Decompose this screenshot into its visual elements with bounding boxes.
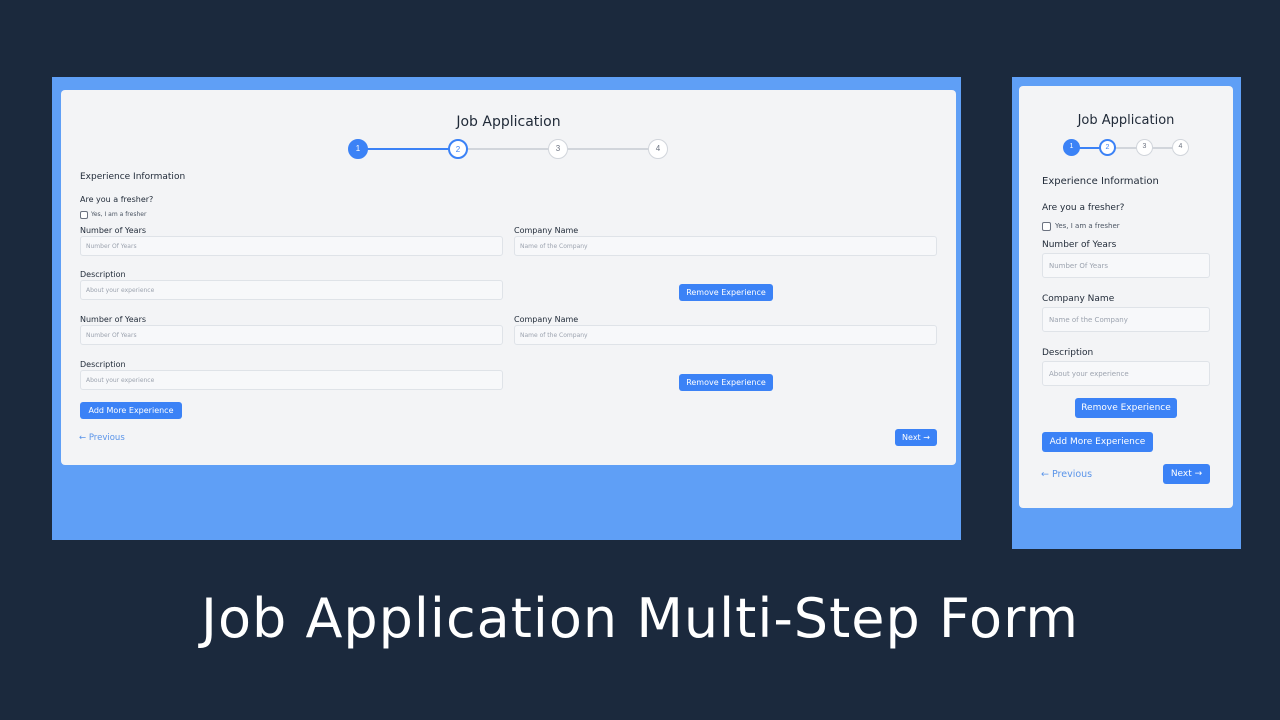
company-label: Company Name [1042,294,1115,304]
years-input[interactable]: Number Of Years [1042,253,1210,278]
step-connector [358,148,458,150]
form-title: Job Application [1077,113,1175,128]
fresher-checkbox[interactable] [80,211,88,219]
step-2[interactable]: 2 [448,139,468,159]
section-title: Experience Information [1042,176,1159,187]
years-label: Number of Years [80,226,147,235]
description-label: Description [80,360,126,369]
previous-link[interactable]: ← Previous [79,433,125,443]
step-4[interactable]: 4 [648,139,668,159]
remove-experience-button[interactable]: Remove Experience [679,284,773,301]
company-label: Company Name [514,315,579,324]
description-input[interactable]: About your experience [1042,361,1210,386]
remove-experience-button[interactable]: Remove Experience [679,374,773,391]
step-4[interactable]: 4 [1172,139,1189,156]
add-experience-button[interactable]: Add More Experience [1042,432,1153,452]
company-input[interactable]: Name of the Company [514,325,937,345]
desktop-preview-frame: Job Application 1 2 3 4 Experience Infor… [52,77,961,540]
page-caption: Job Application Multi-Step Form [201,587,1079,650]
mobile-preview-frame: Job Application 1 2 3 4 Experience Infor… [1012,77,1241,549]
description-input[interactable]: About your experience [80,280,503,300]
step-2[interactable]: 2 [1099,139,1116,156]
stepper: 1 2 3 4 [1063,139,1189,156]
fresher-checkbox[interactable] [1042,222,1051,231]
stepper: 1 2 3 4 [348,139,668,159]
section-title: Experience Information [80,172,186,182]
previous-link[interactable]: ← Previous [1041,469,1092,480]
step-3[interactable]: 3 [548,139,568,159]
next-button[interactable]: Next → [895,429,937,446]
add-experience-button[interactable]: Add More Experience [80,402,182,419]
years-label: Number of Years [80,315,147,324]
step-3[interactable]: 3 [1136,139,1153,156]
fresher-checkbox-label: Yes, I am a fresher [1055,222,1120,230]
years-label: Number of Years [1042,240,1117,250]
step-1[interactable]: 1 [348,139,368,159]
form-card: Job Application 1 2 3 4 Experience Infor… [1019,86,1233,508]
form-title: Job Application [456,114,561,130]
form-card: Job Application 1 2 3 4 Experience Infor… [61,90,956,465]
description-input[interactable]: About your experience [80,370,503,390]
years-input[interactable]: Number Of Years [80,325,503,345]
step-1[interactable]: 1 [1063,139,1080,156]
company-input[interactable]: Name of the Company [514,236,937,256]
next-button[interactable]: Next → [1163,464,1210,484]
fresher-question: Are you a fresher? [1042,203,1125,213]
description-label: Description [80,270,126,279]
company-label: Company Name [514,226,579,235]
description-label: Description [1042,348,1094,358]
years-input[interactable]: Number Of Years [80,236,503,256]
remove-experience-button[interactable]: Remove Experience [1075,398,1177,418]
fresher-question: Are you a fresher? [80,195,154,204]
company-input[interactable]: Name of the Company [1042,307,1210,332]
fresher-checkbox-label: Yes, I am a fresher [91,211,147,218]
